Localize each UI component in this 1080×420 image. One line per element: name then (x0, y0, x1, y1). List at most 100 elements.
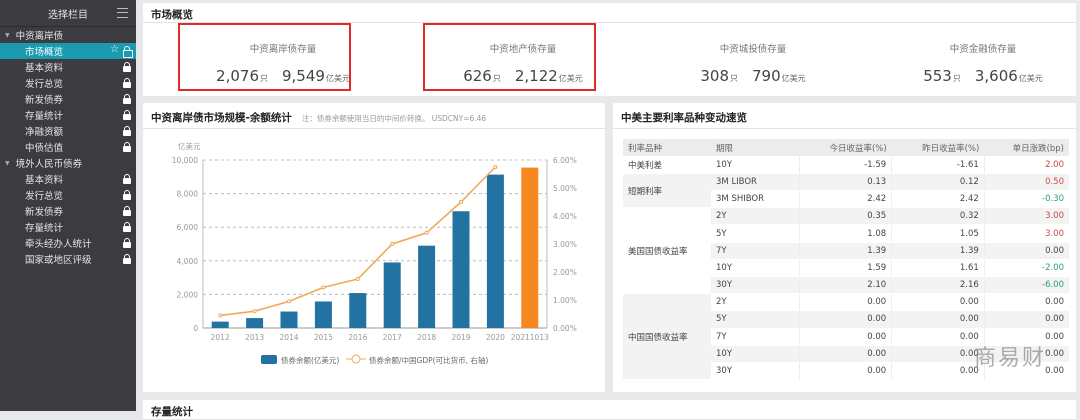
today-yield: 2.10 (798, 276, 892, 295)
rates-title: 中美主要利率品种变动速览 (613, 103, 1076, 129)
chart-card: 中资离岸债市场规模-余额统计 注：债券余额使用当日的中间价转换。 USDCNY=6… (143, 103, 605, 392)
stat-count: 553 (923, 67, 952, 85)
term: 30Y (711, 276, 799, 295)
today-yield: 0.00 (798, 345, 892, 363)
sidebar-group[interactable]: ▼ 境外人民币债券 (0, 155, 136, 171)
stat-count-unit: 只 (730, 74, 738, 83)
daily-change-bp: 3.00 (983, 224, 1069, 243)
daily-change-bp: -2.00 (983, 259, 1069, 278)
sidebar-item[interactable]: 基本资料 (0, 59, 136, 75)
daily-change-bp: -0.30 (983, 190, 1069, 209)
rates-card: 中美主要利率品种变动速览 利率品种 期限 今日收益率(%) 昨日收益率(%) 单日涨跌(… (613, 103, 1076, 392)
y-tick-label: 2,000 (177, 290, 199, 299)
sidebar-item-label: 基本资料 (25, 175, 64, 186)
sidebar-header: 选择栏目 (0, 0, 136, 27)
bar[interactable] (418, 245, 436, 328)
star-icon[interactable]: ☆ (110, 44, 119, 55)
line-point[interactable] (321, 285, 326, 290)
sidebar-item[interactable]: 存量统计 (0, 219, 136, 235)
bar[interactable] (486, 174, 504, 328)
table-row: 短期利率 3M LIBOR 0.13 0.12 0.50 (623, 173, 1069, 209)
line-point[interactable] (252, 309, 257, 314)
column-header: 利率品种 (623, 139, 711, 157)
lock-icon (123, 46, 133, 58)
legend-line-label[interactable]: 债券余额/中国GDP(可比货币, 右轴) (369, 355, 488, 365)
sidebar-item[interactable]: 基本资料 (0, 171, 136, 187)
bar[interactable] (383, 262, 401, 328)
rate-category: 短期利率 (623, 173, 711, 209)
bar[interactable] (280, 311, 298, 328)
bottom-title: 存量统计 (143, 400, 1076, 420)
sidebar-item[interactable]: 新发债券 (0, 203, 136, 219)
stat-label: 中资城投债存量 (719, 44, 787, 55)
sidebar-item[interactable]: 发行总览 (0, 187, 136, 203)
sidebar-item-label: 中债估值 (25, 143, 64, 154)
legend-bar-label[interactable]: 债券余额(亿美元) (281, 355, 339, 365)
today-yield: 0.00 (798, 293, 892, 312)
lock-icon (123, 126, 131, 136)
sidebar-item[interactable]: 中债估值 (0, 139, 136, 155)
bar[interactable] (521, 167, 539, 328)
bar[interactable] (314, 301, 332, 328)
today-yield: 1.39 (798, 242, 892, 260)
stat-block: 中资城投债存量 308只 790亿美元 (643, 23, 863, 93)
today-yield: 0.00 (798, 310, 892, 329)
table-header: 利率品种 期限 今日收益率(%) 昨日收益率(%) 单日涨跌(bp) (623, 139, 1069, 157)
bar[interactable] (211, 321, 229, 328)
y-tick-label: 6,000 (177, 223, 199, 232)
line-point[interactable] (390, 242, 395, 246)
y2-tick-label: 5.00% (553, 184, 577, 193)
sidebar-item-label: 国家或地区评级 (25, 255, 92, 266)
legend-bar-swatch (261, 355, 277, 364)
sidebar-item[interactable]: 净融资额 (0, 123, 136, 139)
line-point[interactable] (287, 299, 291, 304)
y2-tick-label: 1.00% (553, 296, 577, 305)
sidebar-item[interactable]: 新发债券 (0, 91, 136, 107)
y-tick-label: 8,000 (177, 190, 199, 199)
sidebar-group[interactable]: ▼ 中资离岸债 (0, 27, 136, 43)
line-point[interactable] (424, 230, 429, 235)
rate-category: 中国国债收益率 (623, 293, 711, 381)
yesterday-yield: 0.12 (891, 173, 985, 192)
sidebar-item-label: 新发债券 (25, 207, 64, 218)
yesterday-yield: -1.61 (891, 156, 985, 174)
group-label: 境外人民币债券 (15, 159, 83, 170)
line-point[interactable] (493, 165, 498, 169)
lock-icon (123, 174, 131, 184)
menu-toggle-icon[interactable] (117, 8, 128, 18)
sidebar-item[interactable]: 牵头经办人统计 (0, 235, 136, 251)
stat-amount: 790 (752, 67, 781, 85)
rate-category: 中美利差 (623, 156, 711, 174)
bar[interactable] (246, 318, 264, 328)
bar[interactable] (349, 293, 367, 328)
today-yield: 0.35 (798, 207, 892, 226)
today-yield: 0.00 (798, 328, 892, 346)
lock-icon (123, 222, 131, 232)
line-point[interactable] (459, 200, 463, 204)
lock-icon (123, 110, 131, 120)
today-yield: 0.00 (798, 362, 892, 381)
sidebar-item[interactable]: 发行总览 (0, 75, 136, 91)
table-row: 中国国债收益率 2Y 0.00 0.00 0.00 (623, 293, 1069, 381)
today-yield: 1.08 (798, 224, 892, 243)
x-tick-label: 2017 (383, 333, 402, 342)
today-yield: -1.59 (798, 156, 892, 174)
watermark: 商易财 (973, 346, 1046, 371)
lock-icon (123, 238, 131, 248)
x-tick-label: 2015 (314, 333, 333, 342)
bar[interactable] (452, 211, 470, 328)
line-point[interactable] (218, 313, 223, 318)
bottom-card: 存量统计 (143, 400, 1076, 420)
sidebar-item-label: 发行总览 (25, 191, 64, 202)
sidebar-item[interactable]: 国家或地区评级 (0, 251, 136, 267)
line-point[interactable] (355, 277, 360, 281)
x-tick-label: 20211013 (511, 333, 549, 342)
stat-block: 中资金融债存量 553只 3,606亿美元 (873, 23, 1080, 93)
term: 5Y (711, 310, 799, 329)
term: 2Y (711, 293, 799, 312)
daily-change-bp: 0.00 (983, 242, 1069, 260)
sidebar-item[interactable]: 市场概览 ☆ (0, 43, 136, 59)
y-tick-label: 0 (193, 324, 198, 333)
lock-icon (123, 142, 131, 152)
sidebar-item[interactable]: 存量统计 (0, 107, 136, 123)
